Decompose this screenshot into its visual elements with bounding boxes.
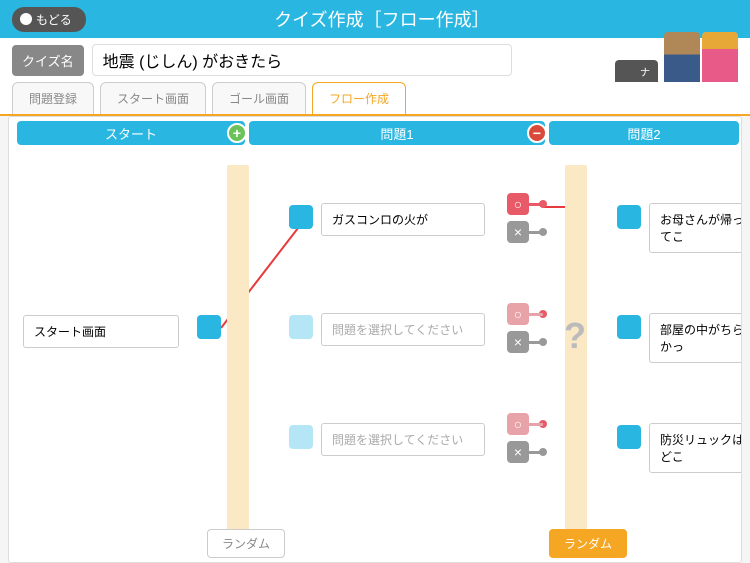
answer-correct-button[interactable]: ○ <box>507 193 529 215</box>
random-button-2[interactable]: ランダム <box>549 529 627 558</box>
columns-header: スタート + 問題1 − + 問題2 <box>9 117 741 145</box>
column-header-q2: 問題2 <box>549 121 739 145</box>
connector-in[interactable] <box>617 425 641 449</box>
connector-in[interactable] <box>289 205 313 229</box>
question-node[interactable]: 部屋の中がちらかっ <box>649 313 742 363</box>
answer-correct-button[interactable]: ○ <box>507 303 529 325</box>
question-placeholder[interactable]: 問題を選択してください <box>321 423 485 456</box>
connector-in[interactable] <box>617 205 641 229</box>
question-node[interactable]: お母さんが帰ってこ <box>649 203 742 253</box>
question-node[interactable]: 防災リュックはどこ <box>649 423 742 473</box>
column-title: 問題1 <box>380 124 413 143</box>
column-header-q1: 問題1 − + <box>249 121 545 145</box>
column-title: スタート <box>105 124 157 143</box>
question-node[interactable]: ガスコンロの火が <box>321 203 485 236</box>
start-node[interactable]: スタート画面 <box>23 315 179 348</box>
question-mark-icon: ? <box>564 315 586 357</box>
tab-start-screen[interactable]: スタート画面 <box>100 82 206 114</box>
answer-wrong-button[interactable]: × <box>507 441 529 463</box>
back-button[interactable]: もどる <box>12 7 86 32</box>
avatar-2[interactable] <box>702 32 738 88</box>
column-header-start: スタート + <box>17 121 245 145</box>
tab-question-register[interactable]: 問題登録 <box>12 82 94 114</box>
connector-out[interactable] <box>197 315 221 339</box>
connector-in[interactable] <box>617 315 641 339</box>
navigator-area: ナビゲーター変更 <box>664 32 738 88</box>
flow-body: ランダム ランダム ? スタート画面 ガスコンロの火が ○ × 問題を選択してく… <box>9 145 741 560</box>
connector-in[interactable] <box>289 425 313 449</box>
add-column-button[interactable]: + <box>227 123 247 143</box>
avatar-1[interactable] <box>664 32 700 88</box>
quiz-name-input[interactable] <box>92 44 512 76</box>
avatar-group <box>664 32 738 88</box>
answer-wrong-button[interactable]: × <box>507 221 529 243</box>
answer-wrong-button[interactable]: × <box>507 331 529 353</box>
top-bar: もどる クイズ作成［フロー作成］ <box>0 0 750 38</box>
random-bar-1 <box>227 165 249 542</box>
answer-correct-button[interactable]: ○ <box>507 413 529 435</box>
page-title: クイズ作成［フロー作成］ <box>86 6 678 32</box>
tabs: 問題登録 スタート画面 ゴール画面 フロー作成 <box>0 82 750 116</box>
random-button-1[interactable]: ランダム <box>207 529 285 558</box>
quiz-name-row: クイズ名 ナビゲーター変更 <box>0 38 750 82</box>
column-title: 問題2 <box>627 124 660 143</box>
quiz-name-label: クイズ名 <box>12 45 84 76</box>
flow-area: スタート + 問題1 − + 問題2 ランダム ランダム ? スタート画面 ガス… <box>8 116 742 563</box>
tab-flow-create[interactable]: フロー作成 <box>312 82 406 114</box>
connector-in[interactable] <box>289 315 313 339</box>
question-placeholder[interactable]: 問題を選択してください <box>321 313 485 346</box>
tab-goal-screen[interactable]: ゴール画面 <box>212 82 306 114</box>
remove-column-button[interactable]: − <box>527 123 547 143</box>
